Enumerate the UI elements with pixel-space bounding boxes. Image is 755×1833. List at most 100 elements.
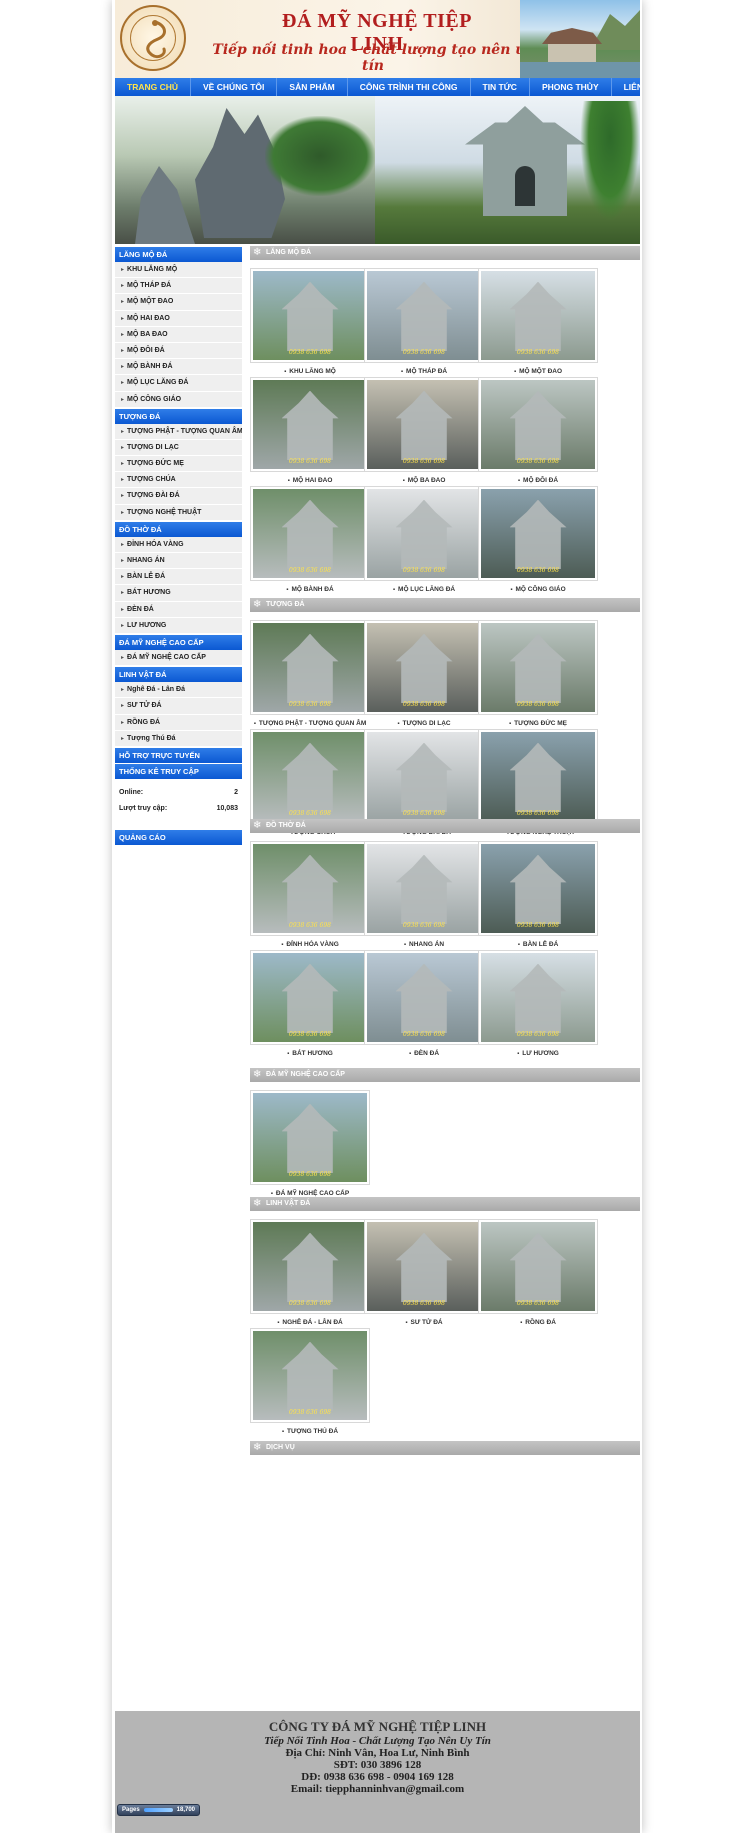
product-thumbnail[interactable]: 0938 636 698 <box>478 377 598 472</box>
product-thumbnail[interactable]: 0938 636 698 <box>250 620 370 715</box>
product-card[interactable]: 0938 636 698 MỘ THÁP ĐÁ <box>364 268 484 375</box>
product-card[interactable]: 0938 636 698 NHANG ÁN <box>364 841 484 948</box>
product-caption[interactable]: NGHÊ ĐÁ - LÂN ĐÁ <box>250 1319 370 1326</box>
product-caption[interactable]: RỒNG ĐÁ <box>478 1319 598 1326</box>
product-card[interactable]: 0938 636 698 ĐÁ MỸ NGHỆ CAO CẤP <box>250 1090 370 1197</box>
product-caption[interactable]: ĐỈNH HÓA VÀNG <box>250 941 370 948</box>
product-card[interactable]: 0938 636 698 RỒNG ĐÁ <box>478 1219 598 1326</box>
sidebar-item[interactable]: TƯỢNG NGHỆ THUẬT <box>115 504 242 521</box>
nav-products[interactable]: SẢN PHẨM <box>277 78 348 96</box>
sidebar-item[interactable]: MỘ HAI ĐAO <box>115 310 242 327</box>
product-caption[interactable]: ĐÁ MỸ NGHỆ CAO CẤP <box>250 1190 370 1197</box>
product-thumbnail[interactable]: 0938 636 698 <box>364 486 484 581</box>
nav-news[interactable]: TIN TỨC <box>471 78 530 96</box>
sidebar-item[interactable]: Tượng Thú Đá <box>115 730 242 747</box>
product-caption[interactable]: NHANG ÁN <box>364 941 484 948</box>
product-thumbnail[interactable]: 0938 636 698 <box>250 729 370 824</box>
product-card[interactable]: 0938 636 698 MỘ ĐÔI ĐÁ <box>478 377 598 484</box>
product-thumbnail[interactable]: 0938 636 698 <box>364 620 484 715</box>
product-card[interactable]: 0938 636 698 NGHÊ ĐÁ - LÂN ĐÁ <box>250 1219 370 1326</box>
nav-projects[interactable]: CÔNG TRÌNH THI CÔNG <box>348 78 471 96</box>
sidebar-section-title[interactable]: LINH VẬT ĐÁ <box>115 667 242 683</box>
product-thumbnail[interactable]: 0938 636 698 <box>478 486 598 581</box>
product-thumbnail[interactable]: 0938 636 698 <box>478 620 598 715</box>
sidebar-item[interactable]: MỘ ĐÔI ĐÁ <box>115 342 242 360</box>
product-thumbnail[interactable]: 0938 636 698 <box>250 268 370 363</box>
sidebar-item[interactable]: BÁT HƯƠNG <box>115 585 242 602</box>
sidebar-item[interactable]: BÀN LỄ ĐÁ <box>115 569 242 586</box>
sidebar-item[interactable]: ĐÈN ĐÁ <box>115 601 242 618</box>
sidebar-section-title[interactable]: ĐỒ THỜ ĐÁ <box>115 521 242 537</box>
sidebar-item[interactable]: TƯỢNG DI LẠC <box>115 439 242 457</box>
sidebar-item[interactable]: ĐỈNH HÓA VÀNG <box>115 536 242 553</box>
product-thumbnail[interactable]: 0938 636 698 <box>250 841 370 936</box>
product-card[interactable]: 0938 636 698 TƯỢNG THÚ ĐÁ <box>250 1328 370 1435</box>
product-thumbnail[interactable]: 0938 636 698 <box>364 268 484 363</box>
product-caption[interactable]: KHU LĂNG MỘ <box>250 368 370 375</box>
product-caption[interactable]: MỘ LỤC LĂNG ĐÁ <box>364 586 484 593</box>
product-card[interactable]: 0938 636 698 BÀN LỄ ĐÁ <box>478 841 598 948</box>
product-card[interactable]: 0938 636 698 TƯỢNG ĐỨC MẸ <box>478 620 598 727</box>
product-thumbnail[interactable]: 0938 636 698 <box>250 1219 370 1314</box>
sidebar-item[interactable]: MỘ THÁP ĐÁ <box>115 278 242 295</box>
sidebar-item[interactable]: KHU LĂNG MỘ <box>115 262 242 279</box>
sidebar-item[interactable]: NHANG ÁN <box>115 553 242 570</box>
product-caption[interactable]: BÀN LỄ ĐÁ <box>478 941 598 948</box>
sidebar-item[interactable]: ĐÁ MỸ NGHỆ CAO CẤP <box>115 649 242 667</box>
product-card[interactable]: 0938 636 698 MỘ BA ĐAO <box>364 377 484 484</box>
product-thumbnail[interactable]: 0938 636 698 <box>250 377 370 472</box>
product-card[interactable]: 0938 636 698 MỘ HAI ĐAO <box>250 377 370 484</box>
company-logo[interactable] <box>120 5 186 71</box>
product-caption[interactable]: MỘ THÁP ĐÁ <box>364 368 484 375</box>
sidebar-item[interactable]: MỘ BÀNH ĐÁ <box>115 359 242 376</box>
product-card[interactable]: 0938 636 698 TƯỢNG PHẬT - TƯỢNG QUAN ÂM <box>250 620 370 727</box>
sidebar-item[interactable]: RỒNG ĐÁ <box>115 714 242 731</box>
product-card[interactable]: 0938 636 698 LƯ HƯƠNG <box>478 950 598 1057</box>
product-thumbnail[interactable]: 0938 636 698 <box>478 841 598 936</box>
product-card[interactable]: 0938 636 698 MỘ MỘT ĐAO <box>478 268 598 375</box>
product-card[interactable]: 0938 636 698 MỘ BÀNH ĐÁ <box>250 486 370 593</box>
nav-fengshui[interactable]: PHONG THỦY <box>530 78 612 96</box>
sidebar-item[interactable]: MỘ MỘT ĐAO <box>115 294 242 311</box>
product-card[interactable]: 0938 636 698 KHU LĂNG MỘ <box>250 268 370 375</box>
product-thumbnail[interactable]: 0938 636 698 <box>364 729 484 824</box>
product-thumbnail[interactable]: 0938 636 698 <box>364 841 484 936</box>
product-thumbnail[interactable]: 0938 636 698 <box>364 950 484 1045</box>
sidebar-item[interactable]: TƯỢNG CHÚA <box>115 472 242 489</box>
product-thumbnail[interactable]: 0938 636 698 <box>250 1328 370 1423</box>
product-thumbnail[interactable]: 0938 636 698 <box>478 1219 598 1314</box>
product-thumbnail[interactable]: 0938 636 698 <box>250 950 370 1045</box>
product-thumbnail[interactable]: 0938 636 698 <box>364 1219 484 1314</box>
product-caption[interactable]: LƯ HƯƠNG <box>478 1050 598 1057</box>
sidebar-section-title[interactable]: TƯỢNG ĐÁ <box>115 408 242 424</box>
nav-home[interactable]: TRANG CHỦ <box>115 78 191 96</box>
product-caption[interactable]: SƯ TỬ ĐÁ <box>364 1319 484 1326</box>
product-caption[interactable]: TƯỢNG ĐỨC MẸ <box>478 720 598 727</box>
nav-about[interactable]: VỀ CHÚNG TÔI <box>191 78 278 96</box>
product-thumbnail[interactable]: 0938 636 698 <box>250 486 370 581</box>
product-caption[interactable]: MỘ CÔNG GIÁO <box>478 586 598 593</box>
sidebar-item[interactable]: LƯ HƯƠNG <box>115 617 242 634</box>
product-card[interactable]: 0938 636 698 SƯ TỬ ĐÁ <box>364 1219 484 1326</box>
product-thumbnail[interactable]: 0938 636 698 <box>478 268 598 363</box>
sidebar-section-title[interactable]: LĂNG MỘ ĐÁ <box>115 247 242 262</box>
product-thumbnail[interactable]: 0938 636 698 <box>478 950 598 1045</box>
sidebar-item[interactable]: TƯỢNG ĐÀI ĐÁ <box>115 488 242 505</box>
product-card[interactable]: 0938 636 698 ĐỈNH HÓA VÀNG <box>250 841 370 948</box>
product-caption[interactable]: ĐÈN ĐÁ <box>364 1050 484 1057</box>
sidebar-item[interactable]: Nghê Đá - Lân Đá <box>115 682 242 699</box>
product-caption[interactable]: MỘ ĐÔI ĐÁ <box>478 477 598 484</box>
sidebar-item[interactable]: TƯỢNG PHẬT - TƯỢNG QUAN ÂM <box>115 423 242 440</box>
product-caption[interactable]: MỘ BA ĐAO <box>364 477 484 484</box>
product-caption[interactable]: MỘ BÀNH ĐÁ <box>250 586 370 593</box>
product-thumbnail[interactable]: 0938 636 698 <box>364 377 484 472</box>
sidebar-item[interactable]: SƯ TỬ ĐÁ <box>115 698 242 715</box>
sidebar-item[interactable]: MỘ LỤC LĂNG ĐÁ <box>115 375 242 392</box>
product-caption[interactable]: MỘ MỘT ĐAO <box>478 368 598 375</box>
product-caption[interactable]: TƯỢNG DI LẠC <box>364 720 484 727</box>
product-card[interactable]: 0938 636 698 ĐÈN ĐÁ <box>364 950 484 1057</box>
product-thumbnail[interactable]: 0938 636 698 <box>478 729 598 824</box>
product-caption[interactable]: TƯỢNG THÚ ĐÁ <box>250 1428 370 1435</box>
sidebar-item[interactable]: MỘ CÔNG GIÁO <box>115 391 242 408</box>
product-thumbnail[interactable]: 0938 636 698 <box>250 1090 370 1185</box>
